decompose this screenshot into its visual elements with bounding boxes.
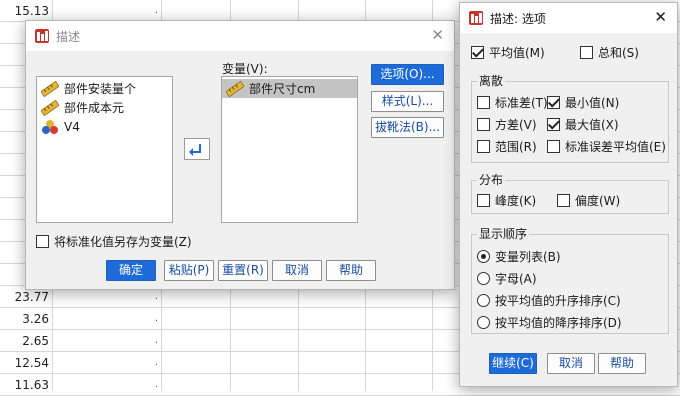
describe-close-icon[interactable]: ✕ <box>431 26 444 44</box>
variable-name: 部件成本元 <box>64 101 125 115</box>
sum-label: 总和(S) <box>598 46 639 60</box>
variable-name: 部件尺寸cm <box>249 82 316 96</box>
sum-box[interactable] <box>580 46 593 59</box>
kurtosis-box[interactable] <box>477 194 490 207</box>
describe-dialog: 描述 ✕ 部件安装量个 部件成本元 V4 变量(V): 部件尺寸cm 选项(O)..… <box>25 20 455 290</box>
std-dev-label: 标准差(T) <box>495 96 548 110</box>
range-box[interactable] <box>477 140 490 153</box>
minimum-box[interactable] <box>547 96 560 109</box>
dispersion-title: 离散 <box>477 72 506 89</box>
data-cell[interactable]: 12.54 <box>0 352 52 374</box>
ruler-icon <box>40 80 60 97</box>
continue-button[interactable]: 继续(C) <box>489 353 537 374</box>
data-cell-mark[interactable]: . <box>53 330 161 352</box>
save-standardized-box[interactable] <box>36 235 49 248</box>
minimum-checkbox[interactable]: 最小值(N) <box>547 94 619 111</box>
options-button[interactable]: 选项(O)... <box>371 64 444 85</box>
kurtosis-label: 峰度(K) <box>495 194 537 208</box>
skewness-label: 偏度(W) <box>575 194 621 208</box>
display-order-title: 显示顺序 <box>477 225 530 242</box>
ruler-icon <box>225 80 245 97</box>
variance-checkbox[interactable]: 方差(V) <box>477 116 537 133</box>
variable-name: V4 <box>64 119 80 134</box>
describe-title: 描述 <box>56 29 81 44</box>
options-close-icon[interactable]: ✕ <box>654 8 667 26</box>
order-ascending-mean-dot[interactable] <box>477 294 490 307</box>
options-titlebar: 描述: 选项 ✕ <box>460 3 677 33</box>
order-alphabetic-label: 字母(A) <box>495 272 537 286</box>
order-descending-mean-label: 按平均值的降序排序(D) <box>495 316 622 330</box>
cancel-button[interactable]: 取消 <box>272 260 322 281</box>
order-alphabetic-radio[interactable]: 字母(A) <box>477 270 537 287</box>
maximum-label: 最大值(X) <box>565 118 619 132</box>
source-variable-list[interactable]: 部件安装量个 部件成本元 V4 <box>36 76 173 223</box>
se-mean-checkbox[interactable]: 标准误差平均值(E) <box>547 138 666 155</box>
kurtosis-checkbox[interactable]: 峰度(K) <box>477 192 536 209</box>
options-title: 描述: 选项 <box>490 11 546 26</box>
skewness-checkbox[interactable]: 偏度(W) <box>557 192 620 209</box>
order-ascending-mean-label: 按平均值的升序排序(C) <box>495 294 621 308</box>
options-help-button[interactable]: 帮助 <box>598 353 646 374</box>
options-cancel-button[interactable]: 取消 <box>547 353 595 374</box>
variable-list-item[interactable]: 部件尺寸cm <box>222 79 357 98</box>
data-cell[interactable]: 3.26 <box>0 308 52 330</box>
std-dev-box[interactable] <box>477 96 490 109</box>
range-checkbox[interactable]: 范围(R) <box>477 138 537 155</box>
help-button[interactable]: 帮助 <box>326 260 376 281</box>
variable-name: 部件安装量个 <box>64 82 137 96</box>
move-right-arrow-icon <box>189 144 201 156</box>
range-label: 范围(R) <box>495 140 537 154</box>
maximum-checkbox[interactable]: 最大值(X) <box>547 116 619 133</box>
selected-variable-list[interactable]: 部件尺寸cm <box>221 76 358 223</box>
spss-app-icon <box>35 29 49 43</box>
data-cell[interactable]: 2.65 <box>0 330 52 352</box>
ok-button[interactable]: 确定 <box>106 260 156 281</box>
nominal-balls-icon <box>41 119 59 135</box>
describe-options-dialog: 描述: 选项 ✕ 平均值(M) 总和(S) 离散 标准差(T) 最小值(N) 方差(… <box>459 2 678 387</box>
data-cell-mark[interactable]: . <box>53 352 161 374</box>
skewness-box[interactable] <box>557 194 570 207</box>
order-descending-mean-radio[interactable]: 按平均值的降序排序(D) <box>477 314 622 331</box>
data-cell[interactable]: 15.13 <box>0 0 52 22</box>
mean-box[interactable] <box>471 46 484 59</box>
save-standardized-label: 将标准化值另存为变量(Z) <box>54 235 192 249</box>
data-cell-mark[interactable]: . <box>53 374 161 396</box>
order-descending-mean-dot[interactable] <box>477 316 490 329</box>
bootstrap-button[interactable]: 拔靴法(B)... <box>371 117 444 138</box>
variable-list-item[interactable]: 部件安装量个 <box>37 79 172 98</box>
maximum-box[interactable] <box>547 118 560 131</box>
describe-titlebar: 描述 ✕ <box>26 21 454 51</box>
mean-checkbox[interactable]: 平均值(M) <box>471 44 545 61</box>
distribution-title: 分布 <box>477 171 506 188</box>
order-variable-list-dot[interactable] <box>477 250 490 263</box>
variance-label: 方差(V) <box>495 118 537 132</box>
order-variable-list-radio[interactable]: 变量列表(B) <box>477 248 561 265</box>
variable-list-item[interactable]: 部件成本元 <box>37 98 172 117</box>
data-cell[interactable]: 11.63 <box>0 374 52 396</box>
sum-checkbox[interactable]: 总和(S) <box>580 44 639 61</box>
ruler-icon <box>40 99 60 116</box>
se-mean-label: 标准误差平均值(E) <box>565 140 666 154</box>
mean-label: 平均值(M) <box>489 46 545 60</box>
style-button[interactable]: 样式(L)... <box>371 91 444 112</box>
std-dev-checkbox[interactable]: 标准差(T) <box>477 94 548 111</box>
se-mean-box[interactable] <box>547 140 560 153</box>
save-standardized-checkbox[interactable]: 将标准化值另存为变量(Z) <box>36 233 192 250</box>
data-cell-mark[interactable]: . <box>53 308 161 330</box>
minimum-label: 最小值(N) <box>565 96 620 110</box>
variable-list-item[interactable]: V4 <box>37 117 172 136</box>
order-ascending-mean-radio[interactable]: 按平均值的升序排序(C) <box>477 292 621 309</box>
spss-app-icon <box>469 11 483 25</box>
order-variable-list-label: 变量列表(B) <box>495 250 561 264</box>
variance-box[interactable] <box>477 118 490 131</box>
variable-list-label: 变量(V): <box>222 62 268 76</box>
paste-button[interactable]: 粘贴(P) <box>164 260 214 281</box>
order-alphabetic-dot[interactable] <box>477 272 490 285</box>
data-cell-mark[interactable]: . <box>53 0 161 22</box>
move-variable-button[interactable] <box>184 138 210 160</box>
reset-button[interactable]: 重置(R) <box>218 260 268 281</box>
